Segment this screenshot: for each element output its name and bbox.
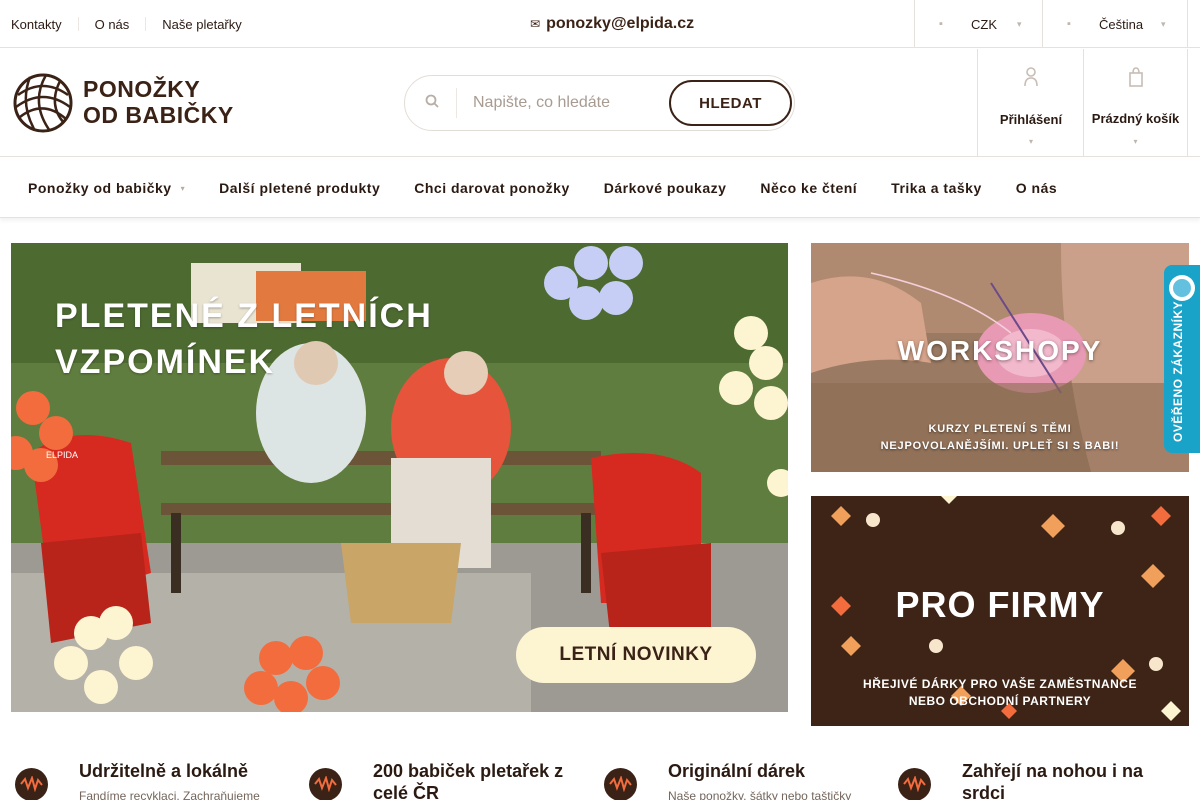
for-companies-subtitle-line2: NEBO OBCHODNÍ PARTNERY: [908, 694, 1092, 708]
money-icon: ▪: [939, 18, 943, 30]
yarn-ball-logo-icon: [13, 73, 73, 133]
feature-title: Zahřejí na nohou i na srdci: [962, 761, 1144, 800]
email-text: ponozky@elpida.cz: [546, 15, 695, 32]
feature-description: Naše ponožky, šátky nebo taštičky: [668, 789, 852, 800]
nav-item-o-nas[interactable]: O nás: [1016, 180, 1057, 196]
feature-title: 200 babiček pletařek z celé ČR: [373, 761, 564, 800]
logo[interactable]: PONOŽKY OD BABIČKY: [12, 73, 244, 133]
globe-icon: ▪: [1067, 18, 1071, 30]
logo-line2: OD BABIČKY: [83, 102, 234, 128]
cart-label: Prázdný košík: [1091, 111, 1180, 126]
user-icon: [978, 67, 1084, 93]
feature-item: Udržitelně a lokálně Fandíme recyklaci. …: [15, 758, 305, 800]
chevron-down-icon: ▾: [180, 183, 186, 193]
feature-item: 200 babiček pletařek z celé ČR: [309, 758, 599, 800]
header: PONOŽKY OD BABIČKY HLEDAT Přihlášení ▾ P…: [0, 49, 1200, 157]
feature-item: Originální dárek Naše ponožky, šátky neb…: [604, 758, 894, 800]
chevron-down-icon: ▾: [1161, 18, 1166, 29]
yarn-wave-icon: [309, 768, 342, 800]
search-icon[interactable]: [425, 94, 439, 108]
logo-line1: PONOŽKY: [83, 76, 201, 102]
feature-item: Zahřejí na nohou i na srdci: [898, 758, 1188, 800]
nav-item-ponozky[interactable]: Ponožky od babičky ▾: [28, 180, 185, 196]
banner-for-companies[interactable]: PRO FIRMY HŘEJIVÉ DÁRKY PRO VAŠE ZAMĚSTN…: [811, 496, 1189, 726]
nav-item-trika[interactable]: Trika a tašky: [891, 180, 982, 196]
for-companies-title: PRO FIRMY: [895, 584, 1105, 625]
nav-item-dalsi-produkty[interactable]: Další pletené produkty: [219, 180, 380, 196]
banner-main-title: PLETENÉ Z LETNÍCH VZPOMÍNEK: [55, 293, 433, 385]
cart-icon: [1084, 67, 1187, 93]
nav-item-poukazy[interactable]: Dárkové poukazy: [604, 180, 727, 196]
chevron-down-icon: ▾: [1017, 18, 1022, 29]
search-button[interactable]: HLEDAT: [669, 80, 792, 126]
currency-value: CZK: [971, 16, 997, 32]
chevron-down-icon: ▾: [1133, 137, 1138, 146]
chevron-down-icon: ▾: [1028, 137, 1033, 146]
banner-main-title-line2: VZPOMÍNEK: [55, 343, 276, 381]
verified-badge-text: OVĚŘENO ZÁKAZNÍKY: [1171, 300, 1185, 442]
main-nav: Ponožky od babičky ▾ Další pletené produk…: [0, 158, 1200, 218]
logo-text: PONOŽKY OD BABIČKY: [83, 76, 234, 128]
divider: [77, 17, 79, 31]
workshops-subtitle-line2: NEJPOVOLANĚJŠÍMI. UPLEŤ SI S BABI!: [880, 440, 1120, 452]
summer-news-button[interactable]: LETNÍ NOVINKY: [516, 627, 756, 683]
login-label: Přihlášení: [999, 112, 1063, 127]
yarn-wave-icon: [15, 768, 48, 800]
banner-main[interactable]: ELPIDA PLETENÉ Z LETNÍCH VZPOMÍNEK LETNÍ…: [11, 243, 788, 712]
for-companies-subtitle-line1: HŘEJIVÉ DÁRKY PRO VAŠE ZAMĚSTNANCE: [863, 677, 1137, 691]
search-input[interactable]: [473, 90, 663, 116]
yarn-wave-icon: [898, 768, 931, 800]
nav-item-cteni[interactable]: Něco ke čtení: [760, 180, 857, 196]
banner-main-title-line1: PLETENÉ Z LETNÍCH: [55, 297, 433, 335]
login-button[interactable]: Přihlášení ▾: [977, 49, 1084, 156]
verified-customers-badge[interactable]: OVĚŘENO ZÁKAZNÍKY: [1164, 265, 1200, 453]
yarn-wave-icon: [604, 768, 637, 800]
cart-button[interactable]: Prázdný košík ▾: [1083, 49, 1188, 156]
workshops-title: WORKSHOPY: [897, 335, 1103, 366]
for-companies-subtitle: HŘEJIVÉ DÁRKY PRO VAŠE ZAMĚSTNANCE NEBO …: [811, 676, 1189, 710]
feature-title: Udržitelně a lokálně: [79, 761, 249, 781]
top-links: Kontakty O nás Naše pletařky: [11, 0, 242, 48]
chair-brand-text: ELPIDA: [46, 450, 78, 460]
top-link-pletarky[interactable]: Naše pletařky: [162, 17, 241, 32]
nav-item-darovat[interactable]: Chci darovat ponožky: [414, 180, 569, 196]
envelope-icon: ✉: [530, 17, 541, 31]
language-value: Čeština: [1099, 16, 1144, 32]
currency-selector[interactable]: ▪ CZK ▾: [914, 0, 1043, 48]
language-selector[interactable]: ▪ Čeština ▾: [1042, 0, 1188, 48]
top-link-kontakty[interactable]: Kontakty: [11, 17, 62, 32]
email-link[interactable]: ✉ ponozky@elpida.cz: [530, 0, 694, 48]
top-bar: Kontakty O nás Naše pletařky ✉ ponozky@e…: [0, 0, 1200, 48]
verified-seal-icon: [1169, 275, 1195, 301]
top-link-o-nas[interactable]: O nás: [95, 17, 130, 32]
banner-workshops[interactable]: WORKSHOPY KURZY PLETENÍ S TĚMI NEJPOVOLA…: [811, 243, 1189, 472]
feature-description: Fandíme recyklaci. Zachraňujeme: [79, 789, 260, 800]
divider: [456, 88, 457, 118]
divider: [145, 17, 147, 31]
nav-label: Ponožky od babičky: [28, 180, 172, 196]
search-bar: HLEDAT: [404, 75, 795, 131]
feature-title: Originální dárek: [668, 761, 806, 781]
workshops-subtitle-line1: KURZY PLETENÍ S TĚMI: [928, 423, 1072, 435]
workshops-subtitle: KURZY PLETENÍ S TĚMI NEJPOVOLANĚJŠÍMI. U…: [811, 421, 1189, 455]
